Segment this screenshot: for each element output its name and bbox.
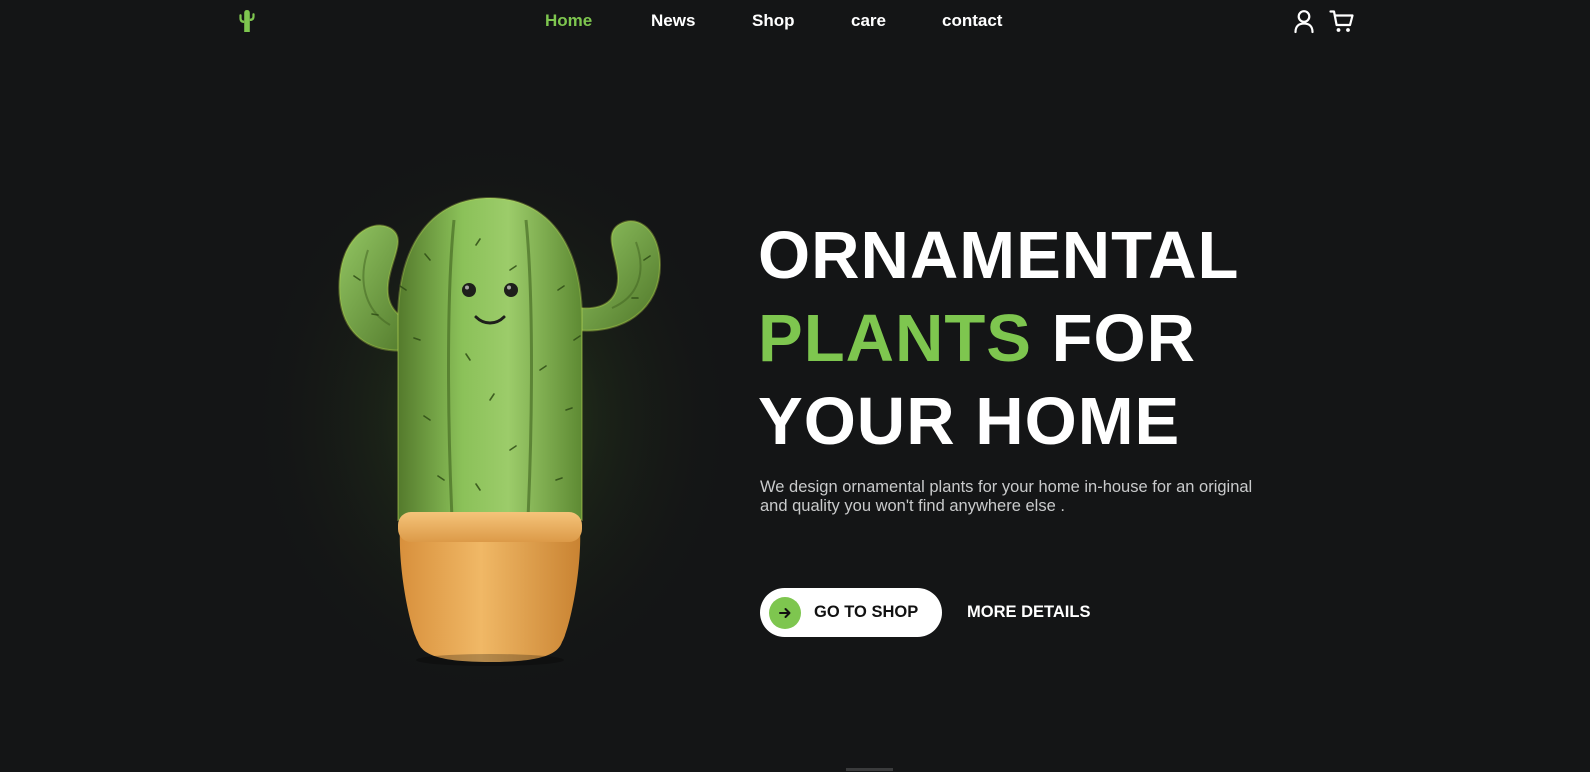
go-to-shop-label: GO TO SHOP (814, 603, 919, 621)
cart-icon[interactable] (1329, 8, 1355, 34)
more-details-button[interactable]: MORE DETAILS (967, 603, 1090, 622)
nav-contact-link[interactable]: contact (942, 11, 1002, 31)
hero-description: We design ornamental plants for your hom… (760, 478, 1253, 515)
user-icon[interactable] (1291, 8, 1317, 34)
scroll-indicator (846, 768, 893, 771)
headline-line-2-rest: FOR (1032, 301, 1197, 376)
nav-care-link[interactable]: care (851, 11, 886, 31)
go-to-shop-button[interactable]: GO TO SHOP (760, 588, 942, 637)
headline-accent-word: PLANTS (758, 301, 1032, 376)
headline-line-1: ORNAMENTAL (758, 218, 1240, 293)
hero-headline: ORNAMENTAL PLANTS FOR YOUR HOME (758, 214, 1239, 463)
nav-shop-link[interactable]: Shop (752, 11, 795, 31)
nav-home-link[interactable]: Home (545, 11, 592, 31)
arrow-right-icon (769, 596, 801, 629)
nav-news-link[interactable]: News (651, 11, 695, 31)
cactus-in-pot-image (240, 140, 760, 730)
headline-line-3: YOUR HOME (758, 384, 1181, 459)
